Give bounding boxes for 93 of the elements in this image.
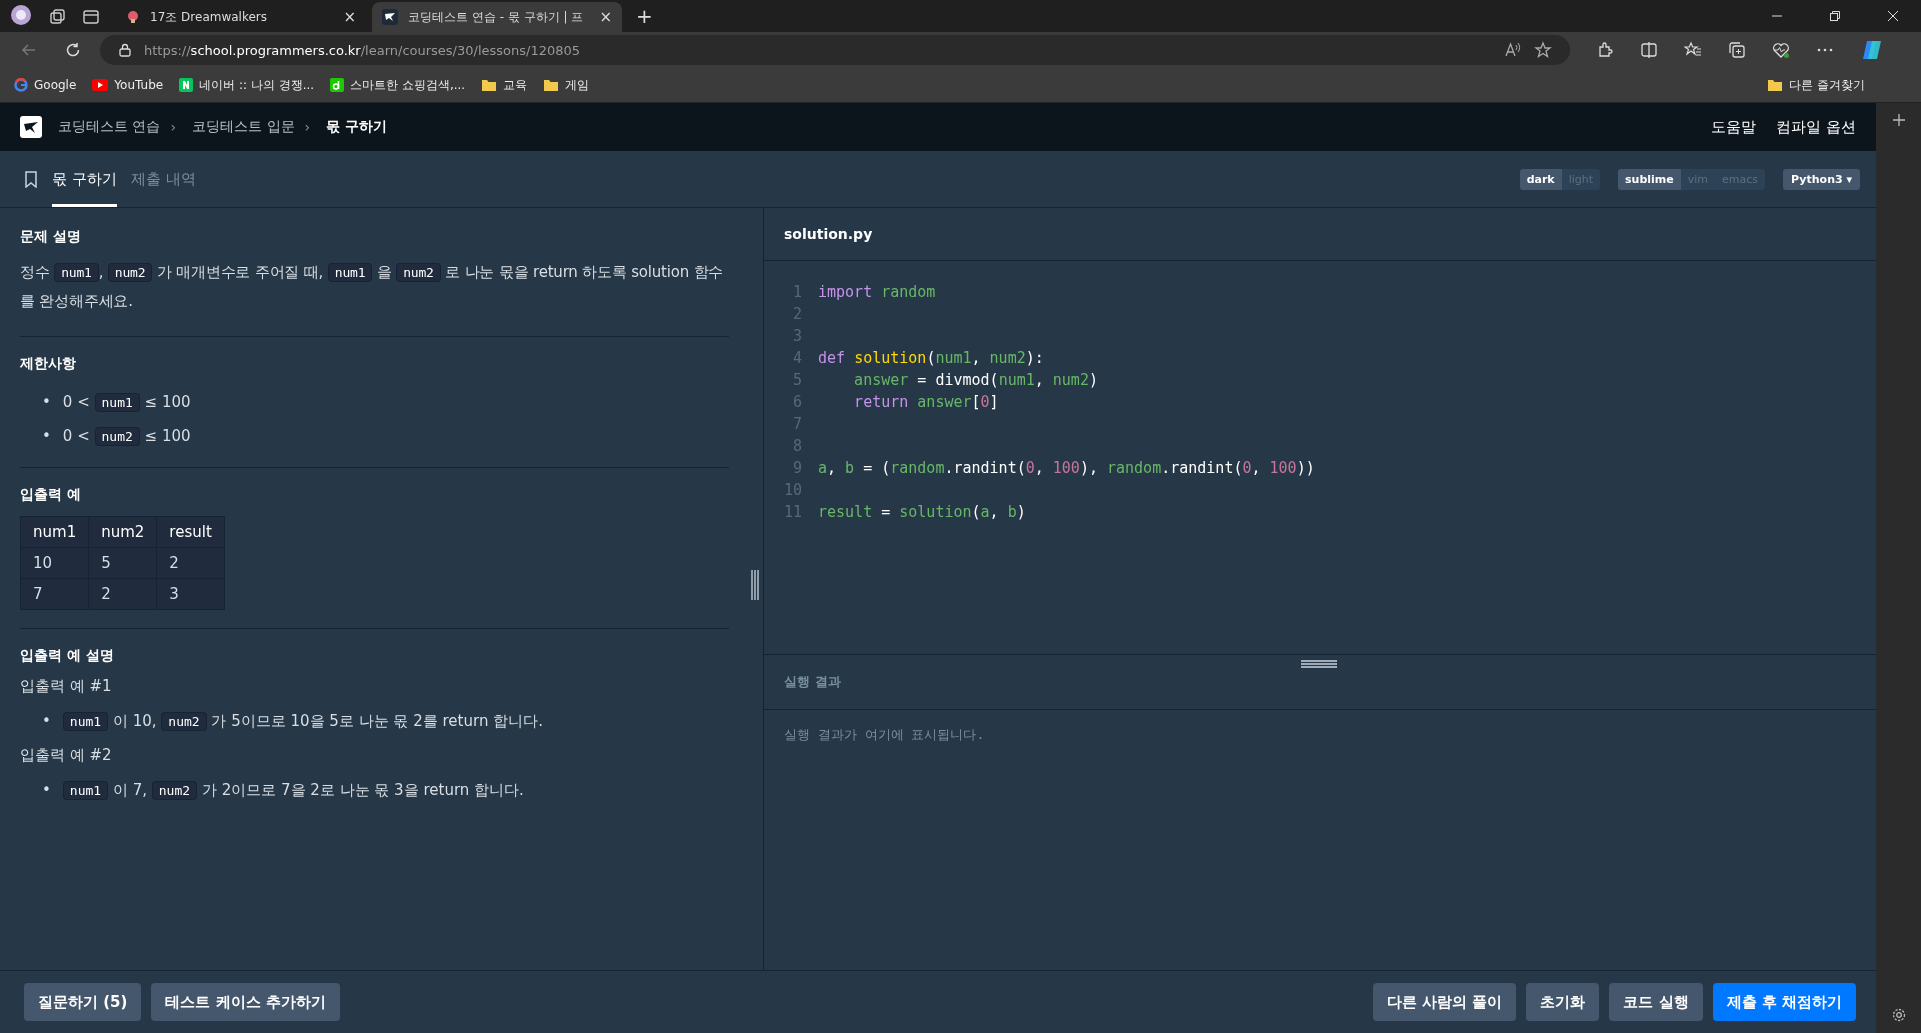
breadcrumb-separator: ›: [304, 119, 311, 135]
d-letter-icon[interactable]: [330, 78, 345, 92]
section-title: 입출력 예: [20, 486, 82, 504]
tab-close-button[interactable]: ×: [599, 8, 612, 26]
logo-icon[interactable]: [20, 116, 42, 138]
panel-title: 실행 결과: [784, 673, 841, 691]
breadcrumb-link[interactable]: 코딩테스트 입문: [192, 118, 295, 136]
read-aloud-icon[interactable]: [1504, 41, 1522, 59]
table-cell: 5: [88, 547, 157, 579]
folder-icon[interactable]: [543, 78, 560, 92]
table-cell: 10: [20, 547, 89, 579]
footer-button[interactable]: 초기화: [1526, 983, 1600, 1021]
code-line: answer = divmod(num1, num2): [853, 371, 1098, 389]
resize-handle[interactable]: [1301, 660, 1337, 668]
bookmark-link[interactable]: 게임: [565, 76, 590, 94]
bullet: •: [42, 426, 51, 446]
footer-button[interactable]: 다른 사람의 풀이: [1372, 983, 1517, 1021]
theme-option[interactable]: dark: [1519, 168, 1562, 190]
column-header: result: [156, 516, 225, 548]
header-link[interactable]: 도움말: [1711, 117, 1757, 137]
output-area: 실행 결과가 여기에 표시됩니다.: [764, 710, 1876, 760]
example-explanation: num1 이 7, num2 가 2이므로 7을 2로 나눈 몫 3을 return 합니다.: [62, 775, 524, 805]
address-bar[interactable]: https://school.programmers.co.kr/learn/courses/30/lessons/120805: [100, 35, 1570, 65]
split-screen-icon[interactable]: [1640, 41, 1658, 59]
table-cell: 2: [156, 547, 225, 579]
bullet: •: [42, 780, 51, 800]
section-title: 문제 설명: [20, 228, 82, 246]
bullet: •: [42, 392, 51, 412]
bookmark-icon[interactable]: [24, 170, 38, 188]
footer-button[interactable]: 질문하기 (5): [24, 983, 142, 1021]
bullet: •: [42, 711, 51, 731]
example-title: 입출력 예 #1: [20, 677, 113, 696]
browser-tab[interactable]: 코딩테스트 연습 - 몫 구하기 | 프 ×: [372, 2, 622, 32]
breadcrumb-separator: ›: [170, 119, 177, 135]
bookmark-link[interactable]: YouTube: [114, 78, 164, 92]
favorites-icon[interactable]: [1684, 41, 1702, 59]
example-explanation: num1 이 10, num2 가 5이므로 10을 5로 나눈 몫 2를 return 합니다.: [62, 706, 543, 736]
constraint-item: 0 < num2 ≤ 100: [62, 425, 191, 448]
footer-button[interactable]: 제출 후 채점하기: [1712, 983, 1856, 1021]
lock-icon[interactable]: [118, 43, 132, 57]
language-dropdown[interactable]: Python3 ▾: [1783, 168, 1860, 190]
code-line: def solution(num1, num2):: [818, 349, 1044, 367]
bookmark-link[interactable]: Google: [34, 78, 77, 92]
table-cell: 2: [88, 578, 157, 610]
table-cell: 3: [156, 578, 225, 610]
star-icon[interactable]: [1534, 41, 1552, 59]
extensions-icon[interactable]: [1596, 41, 1614, 59]
header-link[interactable]: 컴파일 옵션: [1776, 117, 1856, 137]
code-line: result = solution(a, b): [818, 503, 1026, 521]
bookmark-link[interactable]: 다른 즐겨찾기: [1789, 76, 1865, 94]
keymap-option[interactable]: sublime: [1618, 168, 1681, 190]
favicon-icon: [126, 10, 140, 24]
breadcrumb-link[interactable]: 코딩테스트 연습: [58, 118, 161, 136]
column-header: num2: [88, 516, 157, 548]
settings-icon[interactable]: [1890, 1007, 1907, 1023]
example-title: 입출력 예 #2: [20, 746, 113, 765]
code-line: import random: [818, 283, 936, 301]
bookmark-link[interactable]: 스마트한 쇼핑검색,...: [350, 76, 466, 94]
code-line: a, b = (random.randint(0, 100), random.randint(0, 100)): [818, 459, 1315, 477]
section-title: 입출력 예 설명: [20, 647, 115, 665]
restore-icon[interactable]: [1829, 10, 1841, 22]
footer-button[interactable]: 코드 실행: [1609, 983, 1703, 1021]
section-title: 제한사항: [20, 355, 77, 373]
bird-logo-icon: [382, 9, 398, 25]
problem-text: 정수 num1 , num2 가 매개변수로 주어질 때, num1 을 num2 로 나눈 몫을 return 하도록 solution 함수를 완성해주세요.: [20, 262, 725, 312]
new-tab-button[interactable]: +: [636, 4, 653, 28]
resize-handle[interactable]: [751, 570, 759, 600]
collections-icon[interactable]: [1728, 41, 1746, 59]
google-g-icon[interactable]: [14, 78, 28, 92]
heart-pulse-icon[interactable]: [1772, 41, 1790, 59]
folder-icon[interactable]: [1767, 78, 1784, 92]
problem-tab[interactable]: 제출 내역: [130, 151, 196, 207]
bookmark-link[interactable]: 네이버 :: 나의 경쟁...: [199, 76, 315, 94]
workspaces-icon[interactable]: [48, 8, 66, 26]
table-cell: 7: [20, 578, 89, 610]
constraint-item: 0 < num1 ≤ 100: [62, 391, 191, 414]
problem-tab[interactable]: 몫 구하기: [52, 151, 117, 207]
refresh-icon[interactable]: [64, 41, 82, 59]
folder-icon[interactable]: [481, 78, 498, 92]
profile-icon[interactable]: [10, 4, 32, 26]
column-header: num1: [20, 516, 89, 548]
tab-close-button[interactable]: ×: [343, 8, 356, 26]
add-icon[interactable]: [1891, 113, 1906, 127]
file-name: solution.py: [764, 208, 1876, 261]
code-line: return answer[0]: [853, 393, 999, 411]
tab-actions-icon[interactable]: [82, 8, 100, 26]
copilot-icon[interactable]: [1860, 38, 1884, 62]
footer-button[interactable]: 테스트 케이스 추가하기: [151, 983, 340, 1021]
play-icon[interactable]: [92, 79, 109, 91]
n-letter-icon[interactable]: [179, 78, 194, 92]
browser-tab[interactable]: 17조 Dreamwalkers ×: [116, 2, 366, 32]
bookmark-link[interactable]: 교육: [503, 76, 528, 94]
close-icon[interactable]: [1887, 10, 1899, 22]
